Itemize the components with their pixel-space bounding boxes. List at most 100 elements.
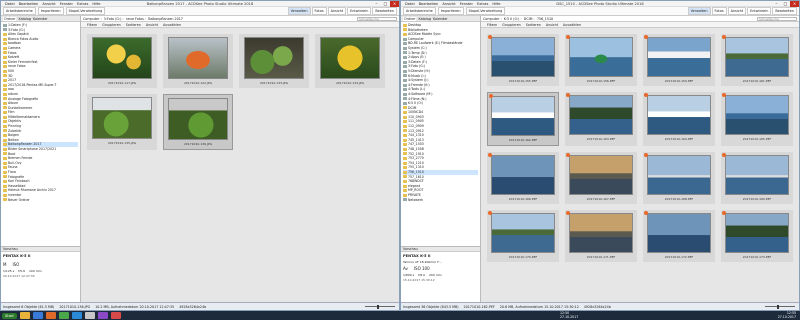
thumbnail[interactable]: 20171010-161.PEF bbox=[721, 34, 793, 86]
mode-photos[interactable]: Fotos bbox=[311, 7, 327, 15]
crumb-current[interactable]: Balkonpflanzen 2017 bbox=[148, 17, 183, 21]
mode-view[interactable]: Ansicht bbox=[727, 7, 747, 15]
tab-folders[interactable]: Ordner bbox=[403, 16, 417, 21]
mode-edit[interactable]: Bearbeiten bbox=[772, 7, 797, 15]
batch-button[interactable]: Stapel-Verarbeitung bbox=[465, 7, 506, 15]
view-button[interactable]: Ansicht bbox=[546, 23, 558, 27]
workspaces-button[interactable]: Arbeitsbereiche bbox=[403, 7, 436, 15]
minimize-icon[interactable]: – bbox=[372, 1, 381, 7]
tab-catalog[interactable]: Katalog bbox=[18, 17, 30, 21]
app-icon[interactable] bbox=[58, 312, 69, 319]
thumbnail[interactable]: 20171010-173.PEF bbox=[721, 210, 793, 262]
minimize-icon[interactable]: – bbox=[772, 1, 781, 7]
filter-button[interactable]: Filtern bbox=[87, 23, 97, 27]
mode-manage[interactable]: Verwalten bbox=[287, 7, 311, 15]
select-button[interactable]: Auswählen bbox=[163, 23, 181, 27]
menu-hilfe[interactable]: Hilfe bbox=[492, 2, 500, 6]
crumb[interactable]: neue Fotos bbox=[126, 17, 146, 21]
thumbnail[interactable]: 20171010-136.JPG bbox=[163, 94, 233, 150]
thumbnail[interactable]: 20171010-170.PEF bbox=[487, 210, 559, 262]
thumbnail[interactable]: 20171010-155.PEF bbox=[487, 34, 559, 86]
crumb[interactable]: DCIM bbox=[524, 17, 535, 21]
tree-item[interactable]: Neuer Ordner bbox=[3, 198, 78, 203]
menu-extras[interactable]: Extras bbox=[477, 2, 488, 6]
acdsee-icon[interactable] bbox=[71, 312, 82, 319]
thumbnail[interactable]: 20171010-171.PEF bbox=[565, 210, 637, 262]
firefox-icon[interactable] bbox=[45, 312, 56, 319]
thumbnail[interactable]: 20171010-167.PEF bbox=[565, 152, 637, 204]
menu-hilfe[interactable]: Hilfe bbox=[92, 2, 100, 6]
zoom-slider[interactable] bbox=[365, 304, 395, 309]
start-button[interactable]: Start bbox=[2, 312, 17, 319]
crumb[interactable]: Computer bbox=[483, 17, 502, 21]
quick-search-input[interactable]: Schnellsuche bbox=[357, 16, 397, 21]
thumbnail[interactable]: 20171010-164.PEF bbox=[643, 92, 715, 146]
thumbnail-grid: 20171010-117.JPG 20171010-122.JPG 20171010… bbox=[81, 28, 399, 156]
close-icon[interactable]: × bbox=[390, 1, 399, 7]
explorer-icon[interactable] bbox=[19, 312, 30, 319]
quick-search-input[interactable]: Schnellsuche bbox=[757, 16, 797, 21]
maximize-icon[interactable]: □ bbox=[781, 1, 790, 7]
import-button[interactable]: Importieren bbox=[37, 7, 64, 15]
tab-catalog[interactable]: Katalog bbox=[418, 17, 430, 21]
filter-button[interactable]: Filtern bbox=[487, 23, 497, 27]
app3-icon[interactable] bbox=[97, 312, 108, 319]
crumb[interactable]: Computer bbox=[83, 17, 102, 21]
mode-develop[interactable]: Entwickeln bbox=[347, 7, 372, 15]
sort-button[interactable]: Sortieren bbox=[526, 23, 541, 27]
menu-bearbeiten[interactable]: Bearbeiten bbox=[419, 2, 439, 6]
app2-icon[interactable] bbox=[84, 312, 95, 319]
crumb[interactable]: 3:Foto (G:) bbox=[104, 17, 124, 21]
thumbnail[interactable]: 20171010-163.PEF bbox=[565, 92, 637, 146]
thumbnail[interactable]: 20171010-134.JPG bbox=[315, 34, 385, 88]
crumb-current[interactable]: 756_1510 bbox=[537, 17, 553, 21]
folder-icon bbox=[3, 157, 7, 161]
menu-fenster[interactable]: Fenster bbox=[60, 2, 73, 6]
thumbnail[interactable]: 20171010-117.JPG bbox=[87, 34, 157, 88]
menu-datei[interactable]: Datei bbox=[5, 2, 15, 6]
tree-item[interactable]: Netzwerk bbox=[403, 198, 478, 203]
browser-icon[interactable] bbox=[32, 312, 43, 319]
thumbnail[interactable]: 20171010-166.PEF bbox=[487, 152, 559, 204]
mode-manage[interactable]: Verwalten bbox=[687, 7, 711, 15]
tab-folders[interactable]: Ordner bbox=[3, 16, 17, 21]
thumbnail[interactable]: 20171010-122.JPG bbox=[163, 34, 233, 88]
tab-calendar[interactable]: Kalender bbox=[33, 17, 48, 21]
batch-button[interactable]: Stapel-Verarbeitung bbox=[65, 7, 106, 15]
workspaces-button[interactable]: Arbeitsbereiche bbox=[3, 7, 36, 15]
view-button[interactable]: Ansicht bbox=[146, 23, 158, 27]
mode-photos[interactable]: Fotos bbox=[711, 7, 727, 15]
thumbnail[interactable]: 20171010-168.PEF bbox=[643, 152, 715, 204]
thumbnail[interactable]: 20171010-159.PEF bbox=[643, 34, 715, 86]
thumbnail[interactable]: 20171010-172.PEF bbox=[643, 210, 715, 262]
menu-ansicht[interactable]: Ansicht bbox=[442, 2, 455, 6]
group-button[interactable]: Gruppieren bbox=[502, 23, 521, 27]
thumbnail[interactable]: 20171010-165.PEF bbox=[721, 92, 793, 146]
mode-edit[interactable]: Bearbeiten bbox=[372, 7, 397, 15]
menu-datei[interactable]: Datei bbox=[405, 2, 415, 6]
zoom-slider[interactable] bbox=[765, 304, 795, 309]
thumbnail[interactable]: 20171010-133.JPG bbox=[239, 34, 309, 88]
menu-extras[interactable]: Extras bbox=[77, 2, 88, 6]
thumbnail[interactable]: 20171010-156.PEF bbox=[565, 34, 637, 86]
thumbnail[interactable]: 20171010-162.PEF bbox=[487, 92, 559, 146]
sort-button[interactable]: Sortieren bbox=[126, 23, 141, 27]
close-icon[interactable]: × bbox=[790, 1, 799, 7]
maximize-icon[interactable]: □ bbox=[381, 1, 390, 7]
import-button[interactable]: Importieren bbox=[437, 7, 464, 15]
mode-view[interactable]: Ansicht bbox=[327, 7, 347, 15]
mode-develop[interactable]: Entwickeln bbox=[747, 7, 772, 15]
menu-fenster[interactable]: Fenster bbox=[460, 2, 473, 6]
thumbnail[interactable]: 20171010-169.PEF bbox=[721, 152, 793, 204]
menu-bearbeiten[interactable]: Bearbeiten bbox=[19, 2, 39, 6]
menu-ansicht[interactable]: Ansicht bbox=[42, 2, 55, 6]
group-button[interactable]: Gruppieren bbox=[102, 23, 121, 27]
crumb[interactable]: K:5 II (O:) bbox=[504, 17, 522, 21]
app4-icon[interactable] bbox=[110, 312, 121, 319]
thumbnail[interactable]: 20171010-135.JPG bbox=[87, 94, 157, 150]
tab-calendar[interactable]: Kalender bbox=[433, 17, 448, 21]
photo-image bbox=[569, 155, 633, 195]
select-button[interactable]: Auswählen bbox=[563, 23, 581, 27]
thumbnail-caption: 20171010-155.PEF bbox=[508, 79, 538, 83]
focal-value: 200 mm bbox=[429, 273, 442, 277]
